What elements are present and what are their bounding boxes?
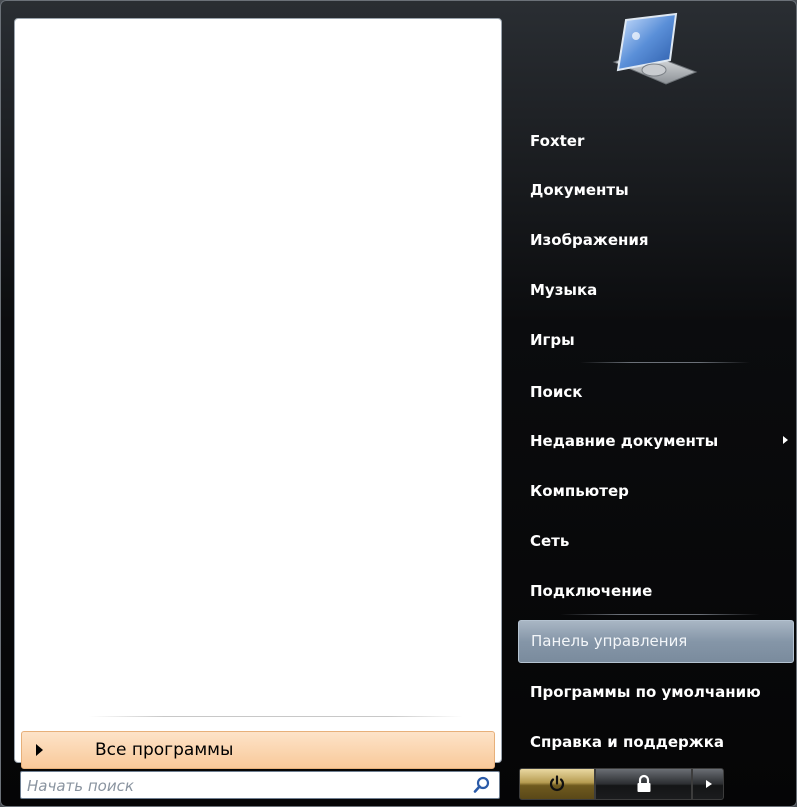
menu-item-label: Справка и поддержка — [530, 733, 725, 751]
programs-pane: Все программы — [14, 18, 502, 769]
menu-item-games[interactable]: Игры — [518, 320, 794, 360]
search-input[interactable] — [25, 774, 469, 798]
menu-item-network[interactable]: Сеть — [518, 521, 794, 561]
power-icon — [549, 775, 565, 791]
user-picture-icon[interactable] — [596, 12, 706, 107]
menu-separator — [580, 362, 750, 363]
menu-separator — [560, 614, 760, 615]
menu-item-label: Сеть — [530, 532, 570, 550]
menu-item-label: Изображения — [530, 231, 649, 249]
arrow-right-icon — [36, 744, 43, 756]
menu-item-default-programs[interactable]: Программы по умолчанию — [518, 672, 794, 712]
programs-separator — [89, 716, 463, 717]
submenu-arrow-icon — [783, 436, 788, 444]
power-button[interactable] — [519, 768, 595, 800]
menu-item-label: Программы по умолчанию — [530, 683, 761, 701]
search-icon[interactable] — [473, 776, 491, 794]
menu-item-connect-to[interactable]: Подключение — [518, 571, 794, 611]
menu-item-label: Поиск — [530, 383, 583, 401]
menu-item-label: Панель управления — [531, 632, 688, 650]
start-menu: Все программы Foxter — [0, 0, 797, 807]
power-buttons — [519, 768, 724, 800]
menu-item-control-panel[interactable]: Панель управления — [518, 620, 794, 663]
menu-item-help-and-support[interactable]: Справка и поддержка — [518, 722, 794, 762]
menu-item-documents[interactable]: Документы — [518, 170, 794, 210]
lock-icon — [637, 774, 651, 792]
arrow-right-icon — [706, 780, 712, 788]
menu-item-foxter[interactable]: Foxter — [518, 121, 794, 161]
menu-item-label: Foxter — [530, 132, 585, 150]
menu-item-label: Недавние документы — [530, 432, 719, 450]
menu-item-label: Компьютер — [530, 482, 629, 500]
menu-item-search[interactable]: Поиск — [518, 372, 794, 412]
all-programs-button[interactable]: Все программы — [21, 731, 495, 769]
menu-item-label: Подключение — [530, 582, 653, 600]
all-programs-label: Все программы — [95, 740, 234, 760]
menu-item-label: Игры — [530, 331, 575, 349]
shutdown-options-button[interactable] — [692, 768, 724, 800]
menu-item-label: Музыка — [530, 281, 598, 299]
search-box[interactable] — [20, 771, 500, 799]
menu-item-music[interactable]: Музыка — [518, 270, 794, 310]
menu-item-label: Документы — [530, 181, 629, 199]
menu-item-pictures[interactable]: Изображения — [518, 220, 794, 260]
menu-item-recent-documents[interactable]: Недавние документы — [518, 421, 794, 461]
lock-button[interactable] — [595, 768, 692, 800]
menu-item-computer[interactable]: Компьютер — [518, 471, 794, 511]
